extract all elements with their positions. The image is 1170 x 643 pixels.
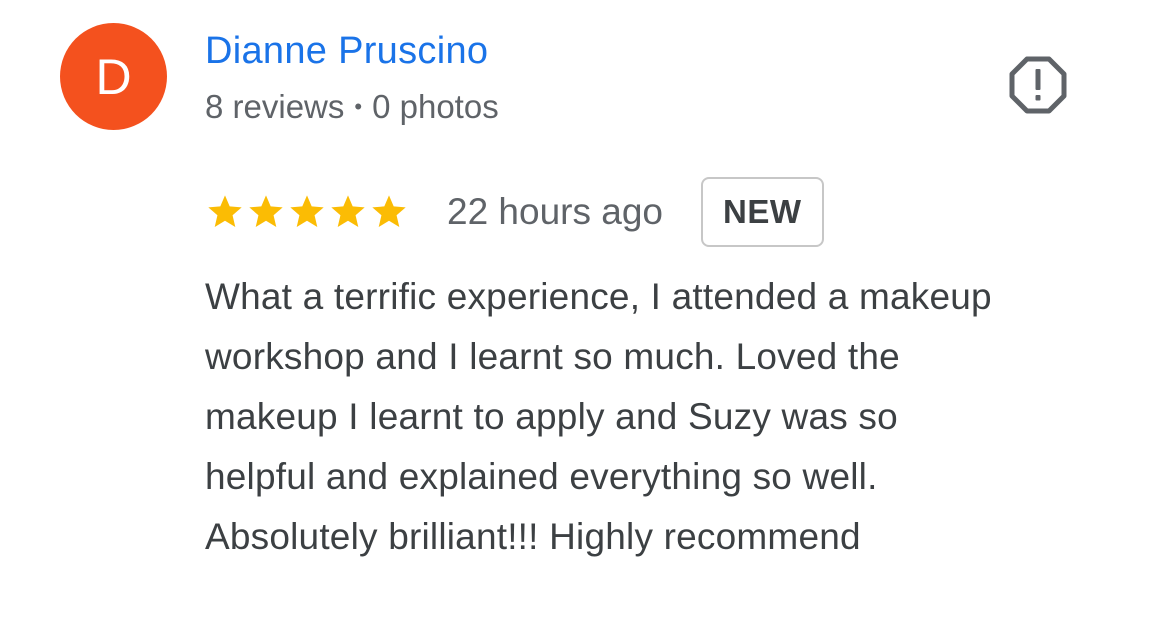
review-text-line: Absolutely brilliant!!! Highly recommend: [205, 516, 861, 557]
review-text-line: What a terrific experience, I attended a…: [205, 276, 992, 317]
review-text: What a terrific experience, I attended a…: [205, 267, 1125, 567]
new-badge: NEW: [701, 177, 824, 247]
review-time: 22 hours ago: [447, 191, 664, 232]
review-text-line: makeup I learnt to apply and Suzy was so: [205, 396, 898, 437]
author-name-link[interactable]: Dianne Pruscino: [205, 28, 488, 74]
author-photo-count: 0 photos: [372, 88, 499, 125]
star-icon: [287, 192, 327, 232]
author-meta: 8 reviews • 0 photos: [205, 86, 499, 128]
star-icon: [246, 192, 286, 232]
meta-separator: •: [354, 94, 363, 119]
star-icon: [205, 192, 245, 232]
star-icon: [369, 192, 409, 232]
star-rating: [205, 192, 409, 232]
review-text-line: workshop and I learnt so much. Loved the: [205, 336, 900, 377]
review-text-line: helpful and explained everything so well…: [205, 456, 878, 497]
star-icon: [328, 192, 368, 232]
report-review-button[interactable]: [1008, 55, 1068, 115]
avatar-initial: D: [95, 48, 132, 105]
author-avatar[interactable]: D: [60, 23, 167, 130]
author-review-count: 8 reviews: [205, 88, 345, 125]
review-card: D Dianne Pruscino 8 reviews • 0 photos 2…: [0, 0, 1170, 643]
report-flag-icon: [1009, 56, 1067, 114]
rating-row: 22 hours ago NEW: [205, 176, 824, 248]
